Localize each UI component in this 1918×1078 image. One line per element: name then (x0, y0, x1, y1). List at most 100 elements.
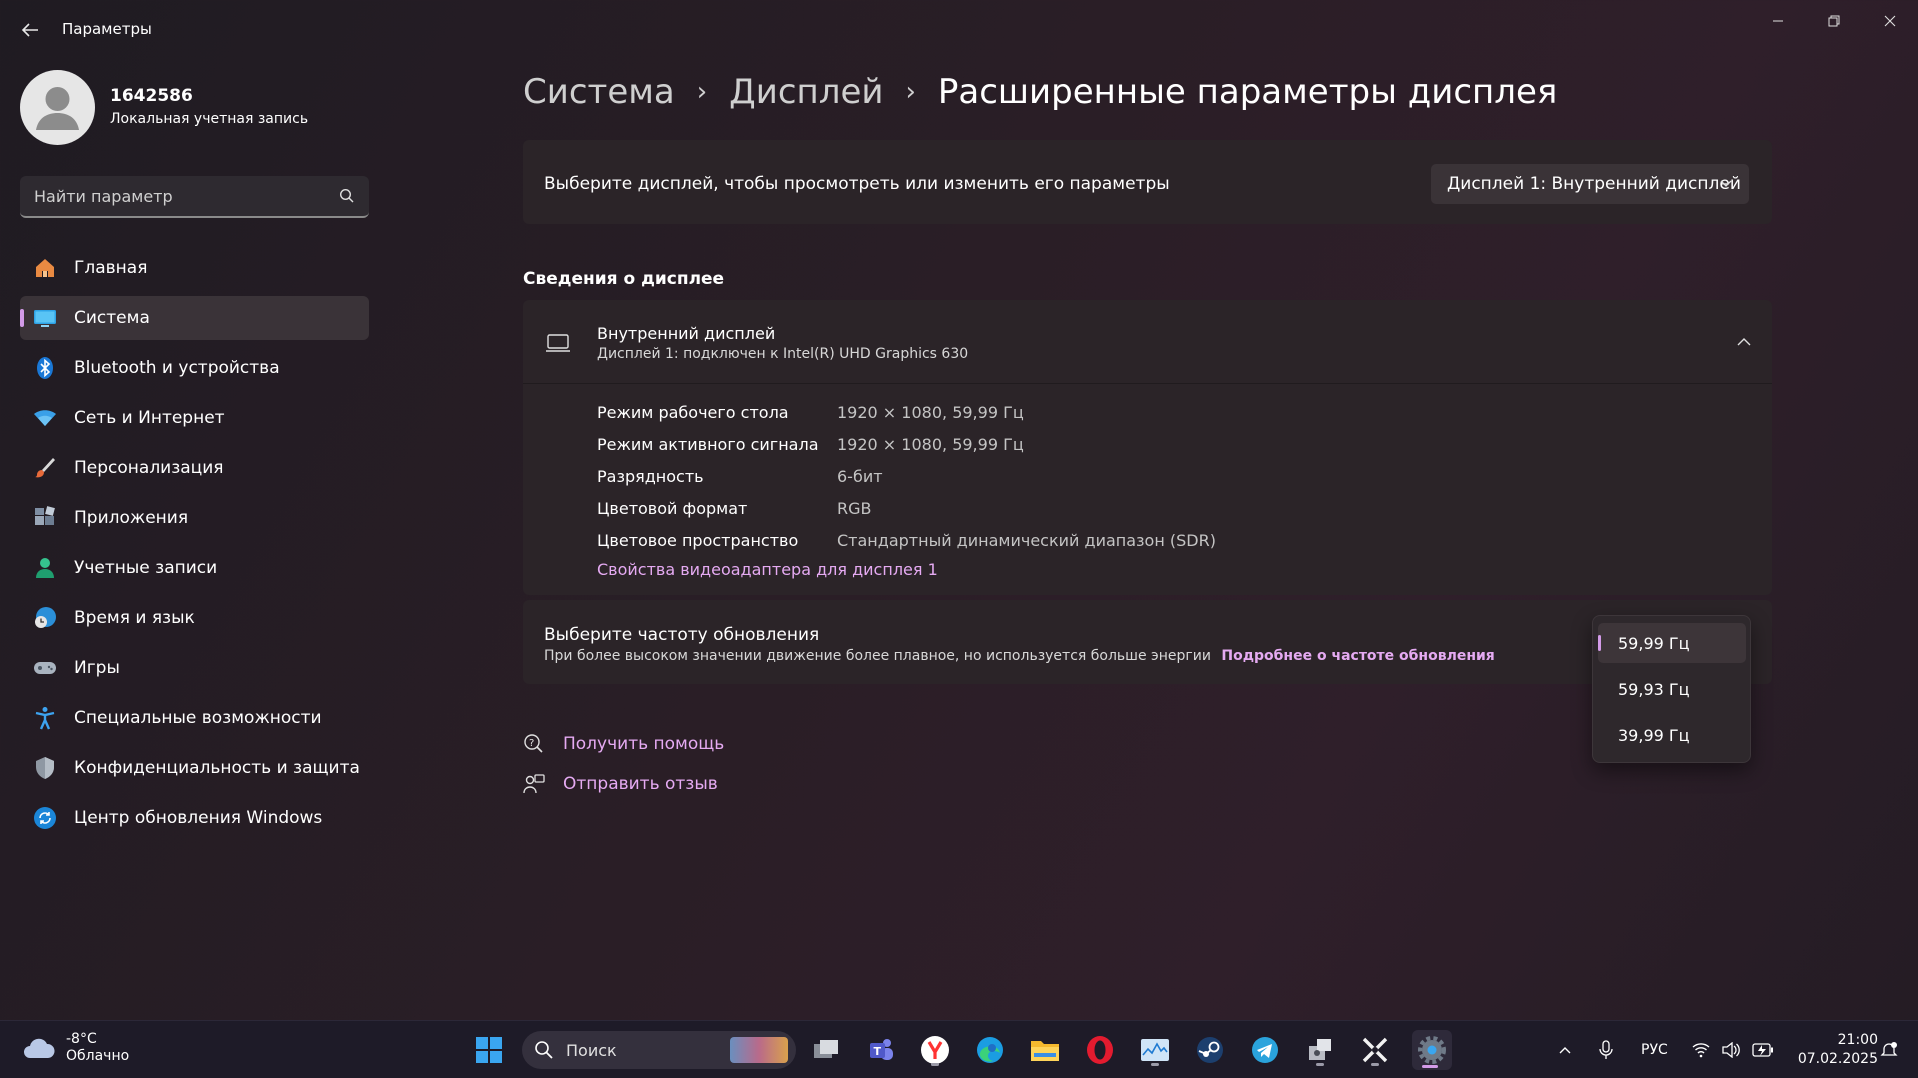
send-feedback-label: Отправить отзыв (563, 774, 718, 794)
brush-icon (32, 455, 58, 481)
restore-icon (1828, 15, 1840, 27)
settings-app[interactable] (1412, 1030, 1452, 1070)
display-info-rows: Режим рабочего стола 1920 × 1080, 59,99 … (597, 396, 1216, 556)
display-info-section-title: Сведения о дисплее (523, 269, 725, 289)
weather-widget[interactable]: -8°C Облачно (22, 1031, 129, 1065)
telegram-app[interactable] (1247, 1032, 1283, 1068)
system-icon (32, 305, 58, 331)
sidebar-item-label: Приложения (74, 508, 189, 528)
running-indicator (1371, 1063, 1379, 1066)
refresh-option[interactable]: 39,99 Гц (1598, 715, 1746, 755)
windows-logo-icon (476, 1037, 502, 1063)
sidebar-item-bluetooth[interactable]: Bluetooth и устройства (20, 346, 369, 390)
input-language[interactable]: РУС (1641, 1021, 1668, 1078)
refresh-option[interactable]: 59,93 Гц (1598, 669, 1746, 709)
settings-search[interactable] (20, 176, 369, 218)
x-tool-icon (1362, 1037, 1388, 1063)
sidebar-item-label: Учетные записи (74, 558, 218, 578)
sidebar-item-windows-update[interactable]: Центр обновления Windows (20, 796, 369, 840)
running-indicator (1316, 1063, 1324, 1066)
restore-button[interactable] (1811, 6, 1857, 36)
battery-status[interactable] (1752, 1021, 1774, 1078)
breadcrumb: Система › Дисплей › Расширенные параметр… (523, 72, 1557, 112)
sidebar-item-label: Персонализация (74, 458, 224, 478)
minimize-icon (1773, 20, 1783, 22)
chevron-up-icon[interactable] (1736, 334, 1752, 350)
info-row-desktop-mode: Режим рабочего стола 1920 × 1080, 59,99 … (597, 396, 1216, 428)
sidebar-nav: Главная Система Bluetooth и устройства С… (20, 246, 369, 846)
task-manager-app[interactable] (1137, 1032, 1173, 1068)
teams-app[interactable]: T (863, 1032, 899, 1068)
file-explorer-app[interactable] (1027, 1032, 1063, 1068)
refresh-rate-description: При более высоком значении движение боле… (544, 648, 1495, 664)
chevron-down-icon (1720, 180, 1732, 187)
get-help-link[interactable]: ? Получить помощь (523, 724, 724, 764)
sidebar-item-network[interactable]: Сеть и Интернет (20, 396, 369, 440)
display-info-header[interactable]: Внутренний дисплей Дисплей 1: подключен … (523, 300, 1772, 384)
volume-button[interactable] (1722, 1021, 1740, 1078)
avatar[interactable] (20, 70, 95, 145)
send-feedback-link[interactable]: Отправить отзыв (523, 764, 724, 804)
search-icon[interactable] (339, 188, 355, 204)
utility-app[interactable] (1302, 1032, 1338, 1068)
shield-icon (32, 755, 58, 781)
sidebar-item-time-language[interactable]: Время и язык (20, 596, 369, 640)
adapter-properties-link[interactable]: Свойства видеоадаптера для дисплея 1 (597, 560, 938, 579)
breadcrumb-display[interactable]: Дисплей (729, 72, 883, 112)
back-button[interactable] (18, 18, 42, 42)
running-indicator (1151, 1063, 1159, 1066)
start-button[interactable] (471, 1032, 507, 1068)
x-app[interactable] (1357, 1032, 1393, 1068)
steam-app[interactable] (1192, 1032, 1228, 1068)
sidebar-item-apps[interactable]: Приложения (20, 496, 369, 540)
profile-name: 1642586 (110, 86, 193, 106)
sidebar-item-label: Система (74, 308, 150, 328)
opera-icon (1087, 1036, 1113, 1064)
sidebar-item-label: Конфиденциальность и защита (74, 758, 360, 778)
opera-app[interactable] (1082, 1032, 1118, 1068)
page-title: Расширенные параметры дисплея (937, 72, 1558, 112)
display-dropdown[interactable]: Дисплей 1: Внутренний дисплей (1431, 164, 1749, 204)
steam-icon (1197, 1037, 1223, 1063)
search-highlight-image (730, 1037, 788, 1063)
sidebar-item-accessibility[interactable]: Специальные возможности (20, 696, 369, 740)
help-links: ? Получить помощь Отправить отзыв (523, 724, 724, 804)
sidebar-item-label: Главная (74, 258, 148, 278)
microphone-button[interactable] (1598, 1021, 1614, 1078)
task-view-button[interactable] (808, 1032, 844, 1068)
edge-app[interactable] (972, 1032, 1008, 1068)
sidebar-item-gaming[interactable]: Игры (20, 646, 369, 690)
home-icon (32, 255, 58, 281)
sidebar-item-label: Сеть и Интернет (74, 408, 225, 428)
sidebar-item-privacy[interactable]: Конфиденциальность и защита (20, 746, 369, 790)
taskbar-search[interactable]: Поиск (522, 1031, 796, 1069)
sidebar-item-label: Игры (74, 658, 120, 678)
show-hidden-icons-button[interactable] (1558, 1021, 1572, 1078)
sidebar-item-accounts[interactable]: Учетные записи (20, 546, 369, 590)
search-input[interactable] (34, 176, 324, 216)
search-icon (535, 1041, 553, 1059)
info-value: Стандартный динамический диапазон (SDR) (837, 530, 1216, 550)
close-button[interactable] (1867, 6, 1913, 36)
running-indicator (931, 1063, 939, 1066)
info-key: Цветовое пространство (597, 530, 799, 550)
yandex-browser-app[interactable] (917, 1032, 953, 1068)
refresh-rate-title: Выберите частоту обновления (544, 625, 820, 645)
refresh-option-selected[interactable]: 59,99 Гц (1598, 623, 1746, 663)
refresh-rate-learn-more-link[interactable]: Подробнее о частоте обновления (1221, 648, 1494, 664)
taskbar-clock[interactable]: 21:00 07.02.2025 (1788, 1031, 1878, 1069)
notifications-button[interactable] (1880, 1021, 1898, 1078)
sidebar-item-system[interactable]: Система (20, 296, 369, 340)
sidebar-item-personalization[interactable]: Персонализация (20, 446, 369, 490)
refresh-rate-dropdown-menu: 59,99 Гц 59,93 Гц 39,99 Гц (1592, 615, 1751, 763)
sidebar-item-home[interactable]: Главная (20, 246, 369, 290)
network-status[interactable] (1692, 1021, 1710, 1078)
update-icon (32, 805, 58, 831)
gear-icon (1418, 1036, 1446, 1064)
chevron-right-icon: › (905, 77, 916, 107)
active-indicator (1422, 1065, 1438, 1068)
info-key: Режим активного сигнала (597, 434, 819, 454)
breadcrumb-system[interactable]: Система (523, 72, 675, 112)
minimize-button[interactable] (1755, 6, 1801, 36)
taskbar-search-label: Поиск (566, 1040, 617, 1060)
